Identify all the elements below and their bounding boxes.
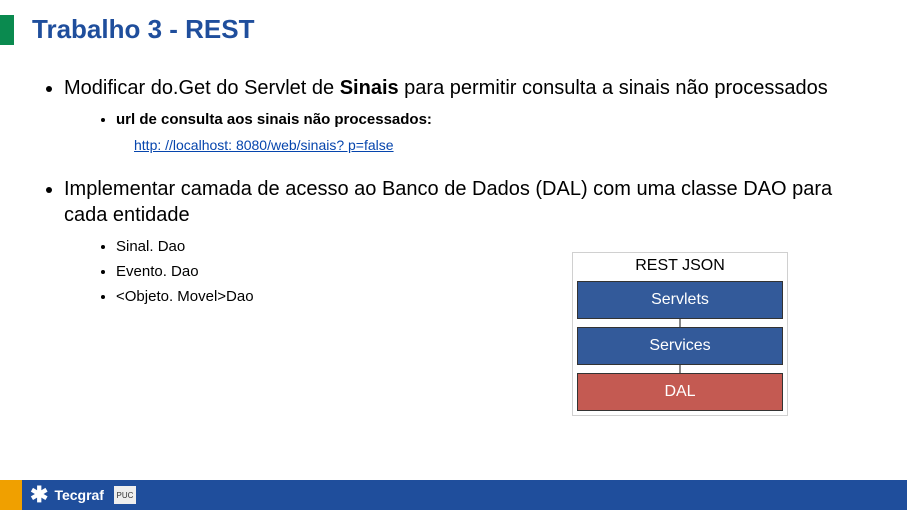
bullet-1-sub-1: url de consulta aos sinais não processad… — [116, 109, 877, 130]
diagram-box-services: Services — [577, 327, 783, 365]
diagram-box-dal: DAL — [577, 373, 783, 411]
title-bar: Trabalho 3 - REST — [0, 14, 255, 45]
diagram-top-label: REST JSON — [577, 257, 783, 275]
bullet-1-text-bold: Sinais — [340, 77, 399, 99]
title-accent-bar — [0, 15, 14, 45]
bullet-1-text-post: para permitir consulta a sinais não proc… — [399, 77, 828, 99]
diagram-box-servlets: Servlets — [577, 281, 783, 319]
footer-brand-text: Tecgraf — [54, 487, 104, 503]
architecture-diagram: REST JSON Servlets Services DAL — [572, 252, 788, 416]
diagram-connector — [577, 365, 783, 373]
diagram-connector — [577, 319, 783, 327]
footer-logo: ✱ Tecgraf — [30, 484, 104, 506]
sinais-url-link[interactable]: http: //localhost: 8080/web/sinais? p=fa… — [134, 137, 394, 153]
slide-title: Trabalho 3 - REST — [32, 14, 255, 45]
bullet-2-text: Implementar camada de acesso ao Banco de… — [64, 178, 832, 226]
slide: Trabalho 3 - REST Modificar do.Get do Se… — [0, 0, 907, 510]
footer-badge: PUC — [114, 486, 136, 504]
bullet-1-text-pre: Modificar do.Get do Servlet de — [64, 77, 340, 99]
logo-icon: ✱ — [30, 484, 48, 506]
footer-bar: ✱ Tecgraf PUC — [0, 480, 907, 510]
url-line: http: //localhost: 8080/web/sinais? p=fa… — [64, 136, 877, 154]
footer-accent — [0, 480, 22, 510]
bullet-1: Modificar do.Get do Servlet de Sinais pa… — [64, 75, 877, 154]
